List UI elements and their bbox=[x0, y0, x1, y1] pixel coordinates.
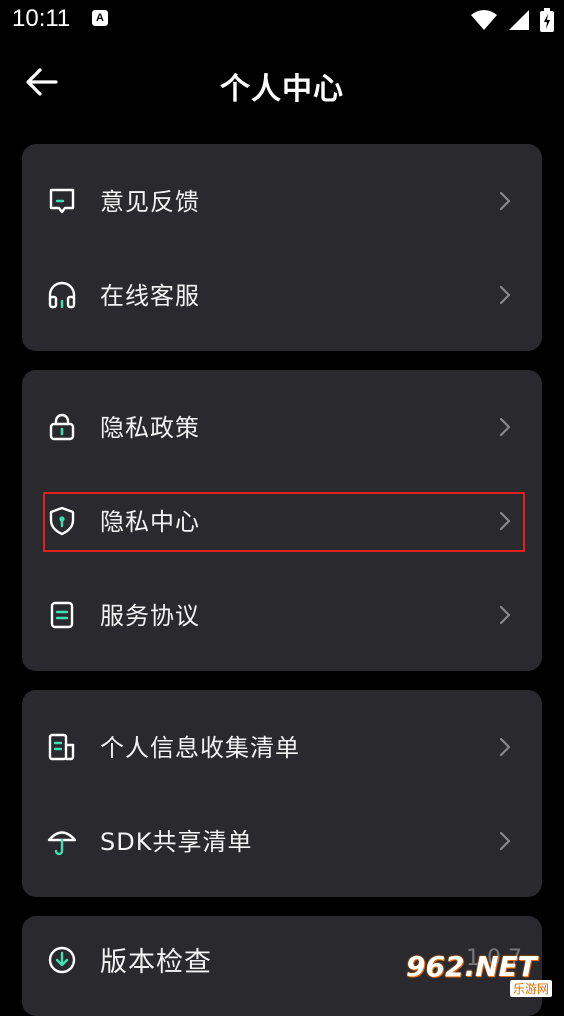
highlight-box bbox=[43, 492, 525, 552]
umbrella-icon bbox=[47, 831, 77, 856]
chevron-right-icon bbox=[499, 605, 511, 625]
card-support: 意见反馈 在线客服 bbox=[22, 144, 542, 351]
menu-item-label: 版本检查 bbox=[100, 947, 212, 978]
menu-item-feedback[interactable]: 意见反馈 bbox=[22, 154, 542, 248]
download-circle-icon bbox=[48, 946, 76, 974]
document-icon bbox=[50, 601, 74, 629]
status-time: 10:11 bbox=[12, 5, 71, 32]
menu-item-customer-service[interactable]: 在线客服 bbox=[22, 248, 542, 342]
lock-icon bbox=[49, 413, 75, 441]
menu-item-label: 个人信息收集清单 bbox=[100, 734, 300, 762]
battery-icon bbox=[540, 8, 554, 32]
headset-icon bbox=[48, 281, 76, 309]
chevron-right-icon bbox=[499, 417, 511, 437]
menu-item-service-agreement[interactable]: 服务协议 bbox=[22, 568, 542, 662]
menu-item-label: 意见反馈 bbox=[100, 188, 200, 216]
menu-item-label: 隐私政策 bbox=[100, 414, 200, 442]
app-header: 个人中心 bbox=[0, 50, 564, 114]
status-bar: 10:11 A bbox=[0, 0, 564, 40]
menu-item-label: 在线客服 bbox=[100, 282, 200, 310]
menu-item-personal-info-list[interactable]: 个人信息收集清单 bbox=[22, 700, 542, 794]
menu-item-privacy-policy[interactable]: 隐私政策 bbox=[22, 380, 542, 474]
wifi-icon bbox=[471, 10, 497, 30]
chevron-right-icon bbox=[499, 737, 511, 757]
menu-item-label: 服务协议 bbox=[100, 602, 200, 630]
menu-item-label: SDK共享清单 bbox=[100, 828, 253, 856]
watermark-site: 乐游网 bbox=[509, 980, 552, 997]
watermark-logo: 962.NET bbox=[406, 950, 537, 983]
chevron-right-icon bbox=[499, 191, 511, 211]
signal-icon bbox=[509, 10, 529, 30]
page-title: 个人中心 bbox=[220, 72, 344, 107]
chevron-right-icon bbox=[499, 285, 511, 305]
notification-icon: A bbox=[92, 10, 108, 26]
card-data-lists: 个人信息收集清单 SDK共享清单 bbox=[22, 690, 542, 897]
site-watermark: 962.NET 乐游网 bbox=[406, 950, 556, 998]
feedback-icon bbox=[49, 188, 75, 214]
info-list-icon bbox=[48, 733, 75, 761]
chevron-right-icon bbox=[499, 831, 511, 851]
menu-item-sdk-list[interactable]: SDK共享清单 bbox=[22, 794, 542, 888]
